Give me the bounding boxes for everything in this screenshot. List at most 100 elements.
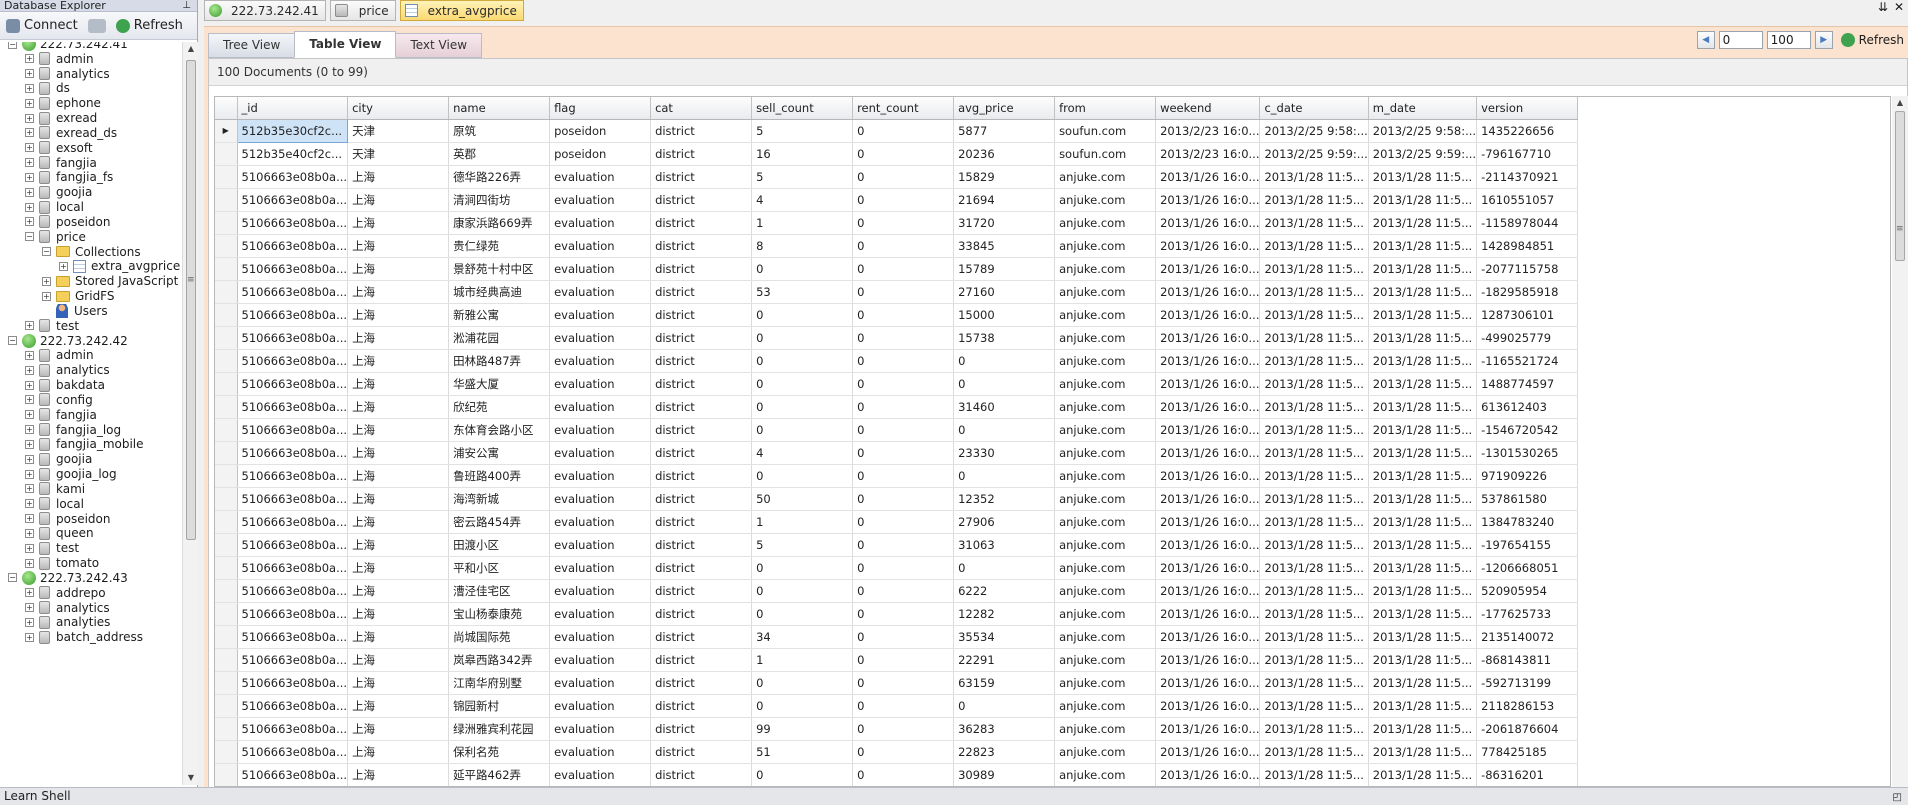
table-cell[interactable]: anjuke.com [1054, 740, 1157, 764]
table-cell[interactable]: 2013/1/26 16:0... [1155, 441, 1261, 465]
table-row[interactable]: 5106663e08b0a... 上海 绿洲雅宾利花园 evaluation distr… [215, 717, 1579, 741]
row-selector[interactable] [215, 671, 238, 695]
table-cell[interactable]: 上海 [347, 717, 450, 741]
table-row[interactable]: 5106663e08b0a... 上海 城市经典高迪 evaluation distri… [215, 280, 1579, 304]
table-row[interactable]: 5106663e08b0a... 上海 华盛大厦 evaluation district… [215, 372, 1579, 396]
collapse-icon[interactable]: − [25, 232, 34, 242]
table-cell[interactable]: -1301530265 [1476, 441, 1579, 465]
table-cell[interactable]: 上海 [347, 740, 450, 764]
table-cell[interactable]: district [650, 763, 753, 786]
table-cell[interactable]: 2013/1/26 16:0... [1155, 257, 1261, 281]
row-selector[interactable] [215, 372, 238, 396]
table-cell[interactable]: 0 [852, 763, 955, 786]
table-cell[interactable]: 5106663e08b0a... [237, 648, 349, 672]
table-row[interactable]: 5106663e08b0a... 上海 江南华府别墅 evaluation distri… [215, 671, 1579, 695]
table-cell[interactable]: district [650, 257, 753, 281]
table-cell[interactable]: 2013/1/26 16:0... [1155, 648, 1261, 672]
table-cell[interactable]: 0 [751, 395, 854, 419]
table-cell[interactable]: 2013/1/28 11:5... [1259, 717, 1369, 741]
expand-icon[interactable]: + [25, 187, 34, 197]
table-cell[interactable]: 0 [852, 579, 955, 603]
expand-icon[interactable]: + [25, 113, 34, 123]
table-cell[interactable]: 2013/1/28 11:5... [1368, 372, 1478, 396]
table-cell[interactable]: soufun.com [1054, 119, 1157, 143]
table-cell[interactable]: evaluation [549, 188, 652, 212]
table-cell[interactable]: district [650, 280, 753, 304]
table-cell[interactable]: 5106663e08b0a... [237, 349, 349, 373]
table-cell[interactable]: 5106663e08b0a... [237, 533, 349, 557]
table-cell[interactable]: 2013/2/25 9:58:... [1259, 119, 1369, 143]
row-selector[interactable] [215, 579, 238, 603]
scroll-up-icon[interactable]: ▲ [183, 42, 199, 56]
tree-scroll-thumb[interactable] [186, 60, 196, 540]
table-cell[interactable]: 2013/1/28 11:5... [1368, 257, 1478, 281]
table-row[interactable]: 5106663e08b0a... 上海 田林路487弄 evaluation distr… [215, 349, 1579, 373]
table-cell[interactable]: 平和小区 [448, 556, 551, 580]
row-selector[interactable] [215, 303, 238, 327]
table-cell[interactable]: 2135140072 [1476, 625, 1579, 649]
table-cell[interactable]: 原筑 [448, 119, 551, 143]
table-cell[interactable]: district [650, 533, 753, 557]
expand-icon[interactable]: + [42, 291, 51, 301]
table-cell[interactable]: 0 [751, 763, 854, 786]
table-cell[interactable]: 2013/1/28 11:5... [1259, 395, 1369, 419]
table-cell[interactable]: anjuke.com [1054, 418, 1157, 442]
expand-icon[interactable]: + [25, 83, 34, 93]
current-row-icon[interactable]: ▶ [215, 119, 238, 143]
row-selector[interactable] [215, 349, 238, 373]
column-header[interactable]: cat [650, 97, 753, 120]
table-cell[interactable]: 4 [751, 188, 854, 212]
table-cell[interactable]: 上海 [347, 211, 450, 235]
table-row[interactable]: 5106663e08b0a... 上海 浦安公寓 evaluation district… [215, 441, 1579, 465]
table-cell[interactable]: -2077115758 [1476, 257, 1579, 281]
table-cell[interactable]: 浦安公寓 [448, 441, 551, 465]
table-cell[interactable]: 0 [852, 625, 955, 649]
table-cell[interactable]: 淞浦花园 [448, 326, 551, 350]
table-cell[interactable]: 0 [852, 602, 955, 626]
table-cell[interactable]: 1428984851 [1476, 234, 1579, 258]
table-cell[interactable]: 0 [852, 188, 955, 212]
collapse-icon[interactable]: − [8, 573, 17, 583]
table-cell[interactable]: 5106663e08b0a... [237, 671, 349, 695]
table-cell[interactable]: 2013/1/28 11:5... [1259, 740, 1369, 764]
table-cell[interactable]: evaluation [549, 533, 652, 557]
table-cell[interactable]: 5106663e08b0a... [237, 441, 349, 465]
table-cell[interactable]: evaluation [549, 303, 652, 327]
scroll-down-icon[interactable]: ▼ [183, 771, 199, 785]
table-cell[interactable]: 5106663e08b0a... [237, 234, 349, 258]
table-cell[interactable]: district [650, 625, 753, 649]
expand-icon[interactable]: + [25, 469, 34, 479]
table-cell[interactable]: 5106663e08b0a... [237, 257, 349, 281]
table-cell[interactable]: 2013/2/23 16:0... [1155, 119, 1261, 143]
table-cell[interactable]: 清涧四街坊 [448, 188, 551, 212]
table-cell[interactable]: 上海 [347, 625, 450, 649]
table-row[interactable]: 5106663e08b0a... 上海 平和小区 evaluation district… [215, 556, 1579, 580]
collapse-icon[interactable]: − [42, 247, 51, 257]
table-cell[interactable]: 2013/1/28 11:5... [1368, 579, 1478, 603]
table-cell[interactable]: 5106663e08b0a... [237, 303, 349, 327]
table-cell[interactable]: -86316201 [1476, 763, 1579, 786]
table-cell[interactable]: evaluation [549, 694, 652, 718]
table-cell[interactable]: 0 [852, 464, 955, 488]
expand-icon[interactable]: + [25, 484, 34, 494]
table-cell[interactable]: 0 [852, 556, 955, 580]
table-cell[interactable]: anjuke.com [1054, 303, 1157, 327]
table-cell[interactable]: 2013/2/23 16:0... [1155, 142, 1261, 166]
table-cell[interactable]: evaluation [549, 372, 652, 396]
expand-icon[interactable]: + [25, 543, 34, 553]
table-cell[interactable]: 绿洲雅宾利花园 [448, 717, 551, 741]
table-cell[interactable]: evaluation [549, 165, 652, 189]
table-cell[interactable]: 欣纪苑 [448, 395, 551, 419]
table-cell[interactable]: 31063 [953, 533, 1056, 557]
table-row[interactable]: 5106663e08b0a... 上海 鲁班路400弄 evaluation distr… [215, 464, 1579, 488]
grid-scroll-thumb[interactable] [1895, 111, 1905, 261]
connect-button[interactable]: Connect [2, 16, 82, 35]
table-cell[interactable]: district [650, 579, 753, 603]
close-icon[interactable]: ✕ [1894, 0, 1904, 14]
table-cell[interactable]: 0 [751, 303, 854, 327]
table-cell[interactable]: 康家浜路669弄 [448, 211, 551, 235]
row-selector[interactable] [215, 510, 238, 534]
tab-tree-view[interactable]: Tree View [208, 33, 296, 58]
table-cell[interactable]: 2013/1/26 16:0... [1155, 556, 1261, 580]
table-cell[interactable]: evaluation [549, 418, 652, 442]
